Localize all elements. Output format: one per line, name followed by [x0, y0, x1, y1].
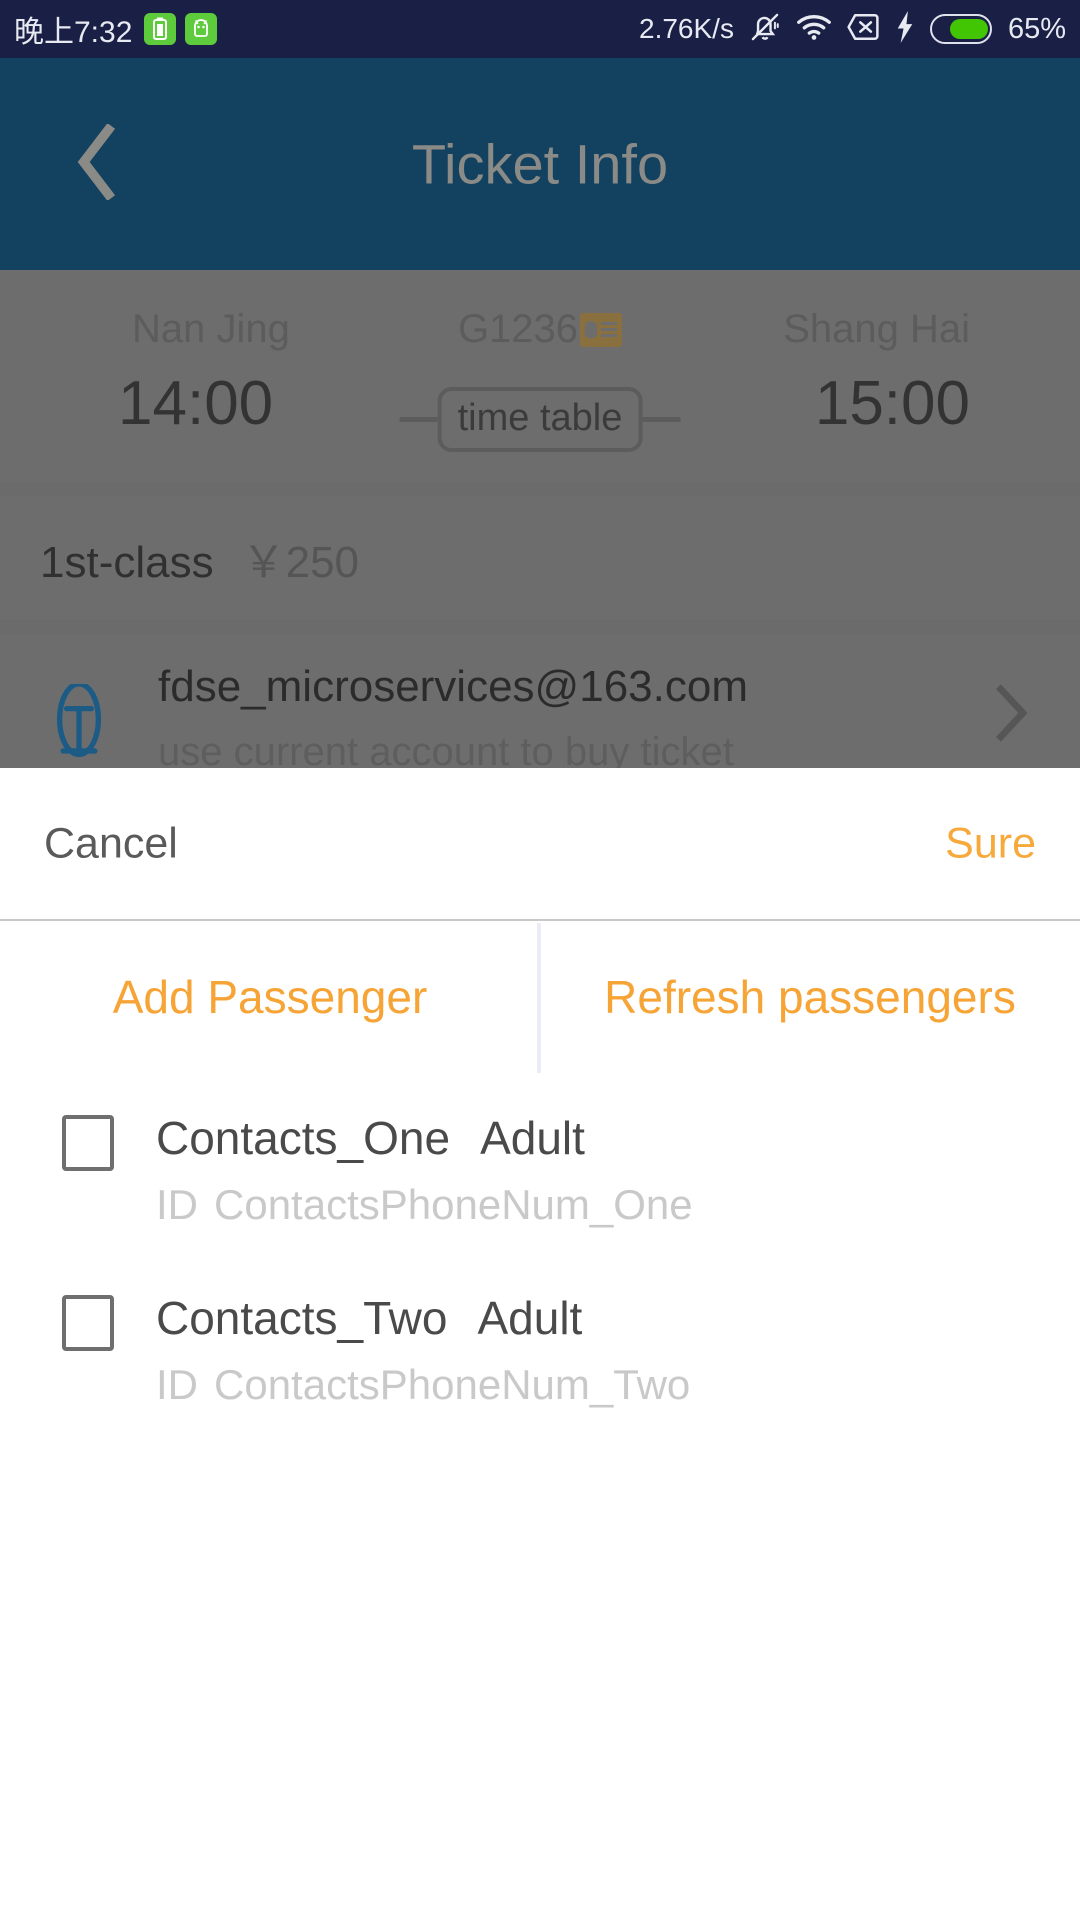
seat-class-card[interactable]: 1st-class ￥250: [0, 496, 1080, 620]
contact-id-label: ID: [156, 1181, 198, 1228]
status-bar-clock: 晚上7:32: [14, 16, 133, 49]
section-gap-2: [0, 620, 1080, 634]
chevron-right-icon: [994, 684, 1028, 747]
battery-percent-label: 65%: [1007, 12, 1066, 45]
timetable-button[interactable]: time table: [437, 387, 643, 452]
section-gap: [0, 482, 1080, 496]
page-title: Ticket Info: [411, 132, 669, 196]
train-number: G1236: [457, 307, 579, 351]
arrival-time: 15:00: [814, 369, 970, 438]
list-item[interactable]: Contacts_One Adult ID ContactsPhoneNum_O…: [0, 1087, 1080, 1267]
sim-card-x-icon: [846, 12, 880, 47]
contact-id-line: ID ContactsPhoneNum_Two: [156, 1361, 690, 1409]
account-email: fdse_microservices@163.com: [158, 662, 748, 711]
seat-price-label: ￥250: [241, 538, 360, 587]
sheet-header: Cancel Sure: [0, 768, 1080, 919]
refresh-passengers-button[interactable]: Refresh passengers: [540, 921, 1080, 1073]
status-bar: 晚上7:32 2.76K/s 65%: [0, 0, 1080, 58]
departure-time: 14:00: [118, 369, 274, 438]
id-card-face: [585, 321, 598, 338]
action-separator: [537, 923, 541, 1073]
timetable-line-right: [642, 417, 681, 422]
nav-bar: Ticket Info: [0, 58, 1080, 270]
timetable-group[interactable]: time table: [399, 387, 681, 452]
sure-button[interactable]: Sure: [945, 819, 1036, 868]
contact-type: Adult: [477, 1292, 583, 1344]
contact-id-value: ContactsPhoneNum_Two: [214, 1361, 691, 1408]
android-robot-icon: [185, 13, 218, 45]
seat-class-row: 1st-class ￥250: [40, 526, 359, 590]
checkbox-unchecked-icon[interactable]: [62, 1115, 114, 1171]
contact-id-label: ID: [156, 1361, 198, 1408]
person-outline-icon: [52, 681, 106, 758]
contact-type: Adult: [480, 1112, 585, 1164]
arrival-station: Shang Hai: [783, 307, 970, 351]
account-subtitle: use current account to buy ticket: [158, 730, 734, 768]
cancel-button[interactable]: Cancel: [44, 819, 178, 868]
passenger-picker-sheet: Cancel Sure Add Passenger Refresh passen…: [0, 768, 1080, 1920]
departure-station: Nan Jing: [132, 307, 290, 351]
contact-name: Contacts_One: [156, 1112, 451, 1164]
battery-chip-icon: [144, 13, 177, 45]
trip-summary-card: Nan Jing 14:00 G1236 time table Shang Ha…: [0, 270, 1080, 482]
bell-muted-icon: [748, 10, 782, 49]
trip-row: Nan Jing 14:00 G1236 time table Shang Ha…: [0, 270, 1080, 482]
status-bar-left-icons: [144, 13, 218, 45]
network-speed-label: 2.76K/s: [639, 13, 734, 44]
dimmed-page-content: Nan Jing 14:00 G1236 time table Shang Ha…: [0, 270, 1080, 768]
contact-name: Contacts_Two: [156, 1292, 448, 1344]
status-bar-right-icons: 2.76K/s 65%: [639, 10, 1066, 49]
wifi-icon: [796, 12, 832, 47]
train-number-group: G1236: [457, 307, 623, 352]
checkbox-unchecked-icon[interactable]: [62, 1295, 114, 1351]
contact-id-line: ID ContactsPhoneNum_One: [156, 1181, 693, 1229]
lightning-bolt-icon: [894, 10, 916, 48]
id-card-icon: [580, 312, 623, 347]
account-card[interactable]: fdse_microservices@163.com use current a…: [0, 634, 1080, 768]
battery-fill: [949, 19, 988, 39]
contact-list: Contacts_One Adult ID ContactsPhoneNum_O…: [0, 1073, 1080, 1447]
id-card-lines: [601, 322, 618, 337]
account-text: fdse_microservices@163.com use current a…: [158, 662, 748, 768]
list-item[interactable]: Contacts_Two Adult ID ContactsPhoneNum_T…: [0, 1267, 1080, 1447]
add-passenger-button[interactable]: Add Passenger: [0, 921, 540, 1073]
battery-icon: [929, 14, 992, 44]
contact-name-line: Contacts_One Adult: [156, 1111, 585, 1165]
timetable-line-left: [399, 417, 438, 422]
contact-name-line: Contacts_Two Adult: [156, 1291, 582, 1345]
passenger-actions: Add Passenger Refresh passengers: [0, 921, 1080, 1073]
contact-id-value: ContactsPhoneNum_One: [214, 1181, 693, 1228]
phone-screen: 晚上7:32 2.76K/s 65% Ticket Info Nan Jing …: [0, 0, 1080, 1920]
seat-class-label: 1st-class: [40, 538, 214, 587]
